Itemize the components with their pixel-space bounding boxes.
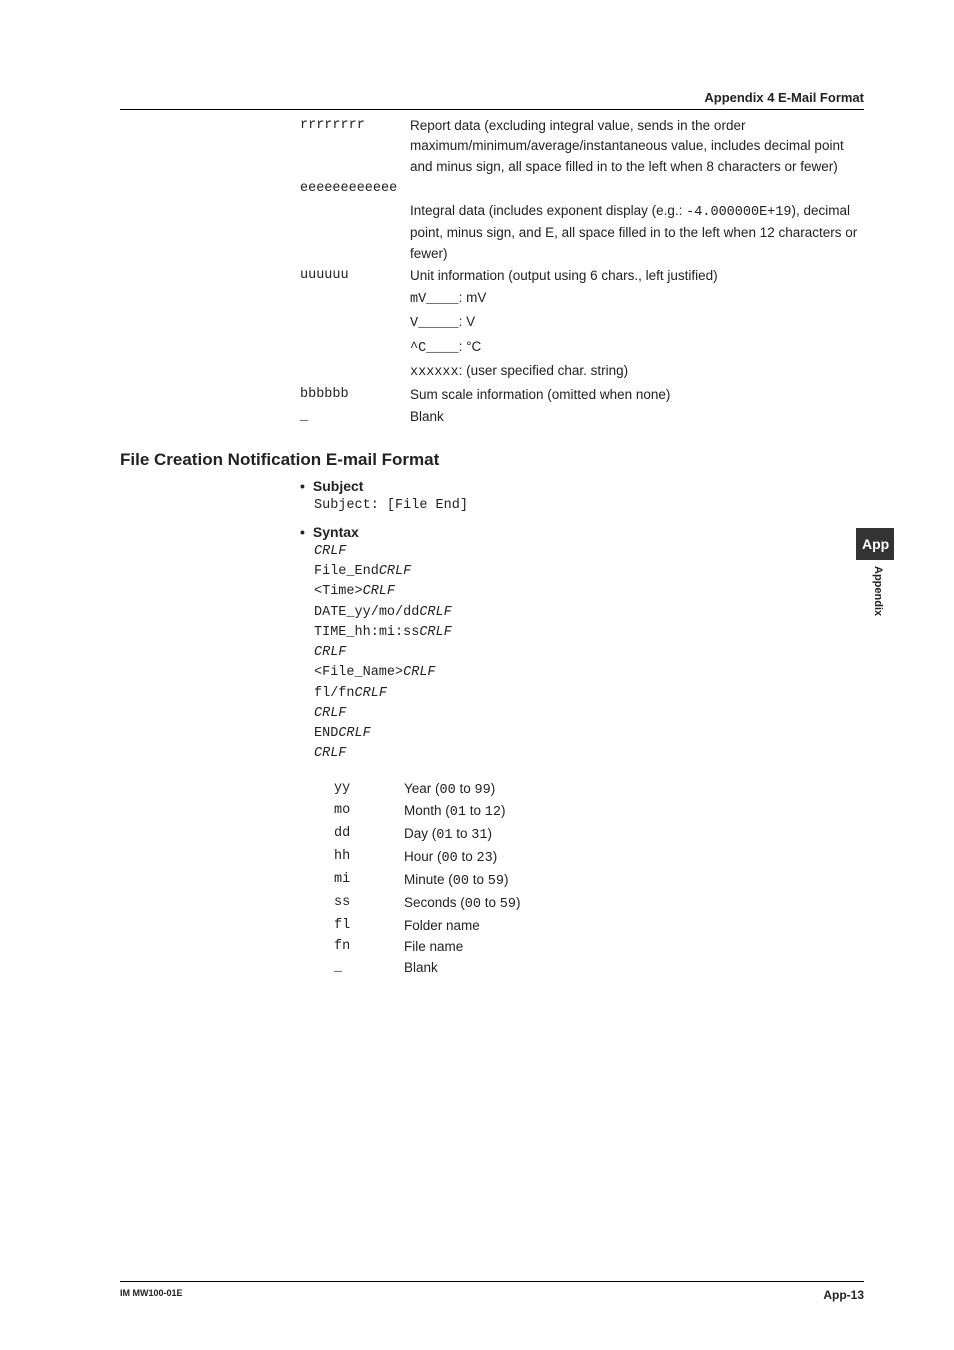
def-code: uuuuuu xyxy=(300,266,410,286)
syntax-block: CRLF File_EndCRLF <Time>CRLF DATE_yy/mo/… xyxy=(314,542,864,765)
syntax-heading: Syntax xyxy=(313,524,359,540)
def-desc: Sum scale information (omitted when none… xyxy=(410,385,864,405)
page-header-title: Appendix 4 E-Mail Format xyxy=(704,90,864,105)
def-desc: Unit information (output using 6 chars.,… xyxy=(410,266,864,286)
page-footer: IM MW100-01E App-13 xyxy=(120,1281,864,1302)
syntax-section: • Syntax CRLF File_EndCRLF <Time>CRLF DAT… xyxy=(300,524,864,979)
def-code: eeeeeeeeeeee xyxy=(300,179,397,199)
def-desc: Blank xyxy=(410,407,864,427)
footer-page-number: App-13 xyxy=(823,1288,864,1302)
bullet-icon: • xyxy=(300,478,305,494)
def-code: bbbbbb xyxy=(300,385,410,405)
def-code: rrrrrrrr xyxy=(300,116,410,136)
def-desc: Integral data (includes exponent display… xyxy=(410,201,864,264)
footer-doc-id: IM MW100-01E xyxy=(120,1288,183,1302)
page-header: Appendix 4 E-Mail Format xyxy=(120,90,864,110)
def-code: _ xyxy=(300,407,410,427)
subject-section: •Subject Subject: [File End] xyxy=(300,478,864,516)
side-label: Appendix xyxy=(872,566,884,616)
parameter-list: yyYear (00 to 99) moMonth (01 to 12) ddD… xyxy=(334,779,864,979)
bullet-icon: • xyxy=(300,524,305,540)
side-tab: App xyxy=(856,528,894,560)
subject-heading: Subject xyxy=(313,478,364,494)
section-heading: File Creation Notification E-mail Format xyxy=(120,450,864,470)
def-desc: Report data (excluding integral value, s… xyxy=(410,116,864,177)
definitions-block: rrrrrrrr Report data (excluding integral… xyxy=(300,116,864,428)
